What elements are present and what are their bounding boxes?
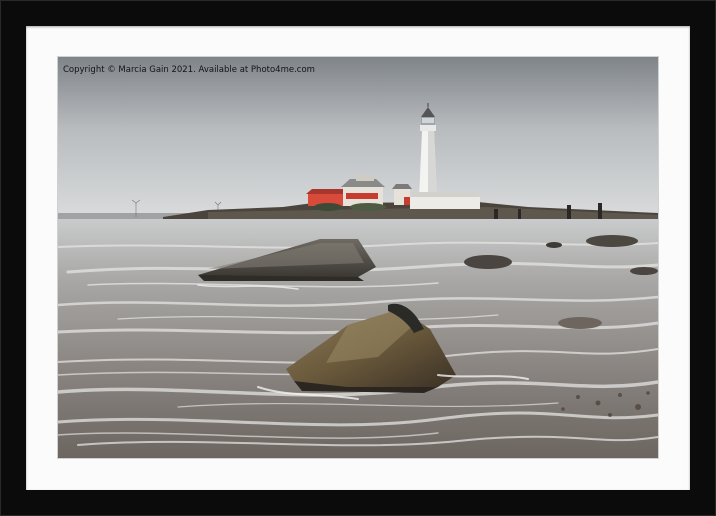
lighthouse-scene (58, 57, 658, 458)
framed-photo: Copyright © Marcia Gain 2021. Available … (58, 57, 658, 458)
copyright-watermark: Copyright © Marcia Gain 2021. Available … (63, 65, 315, 75)
